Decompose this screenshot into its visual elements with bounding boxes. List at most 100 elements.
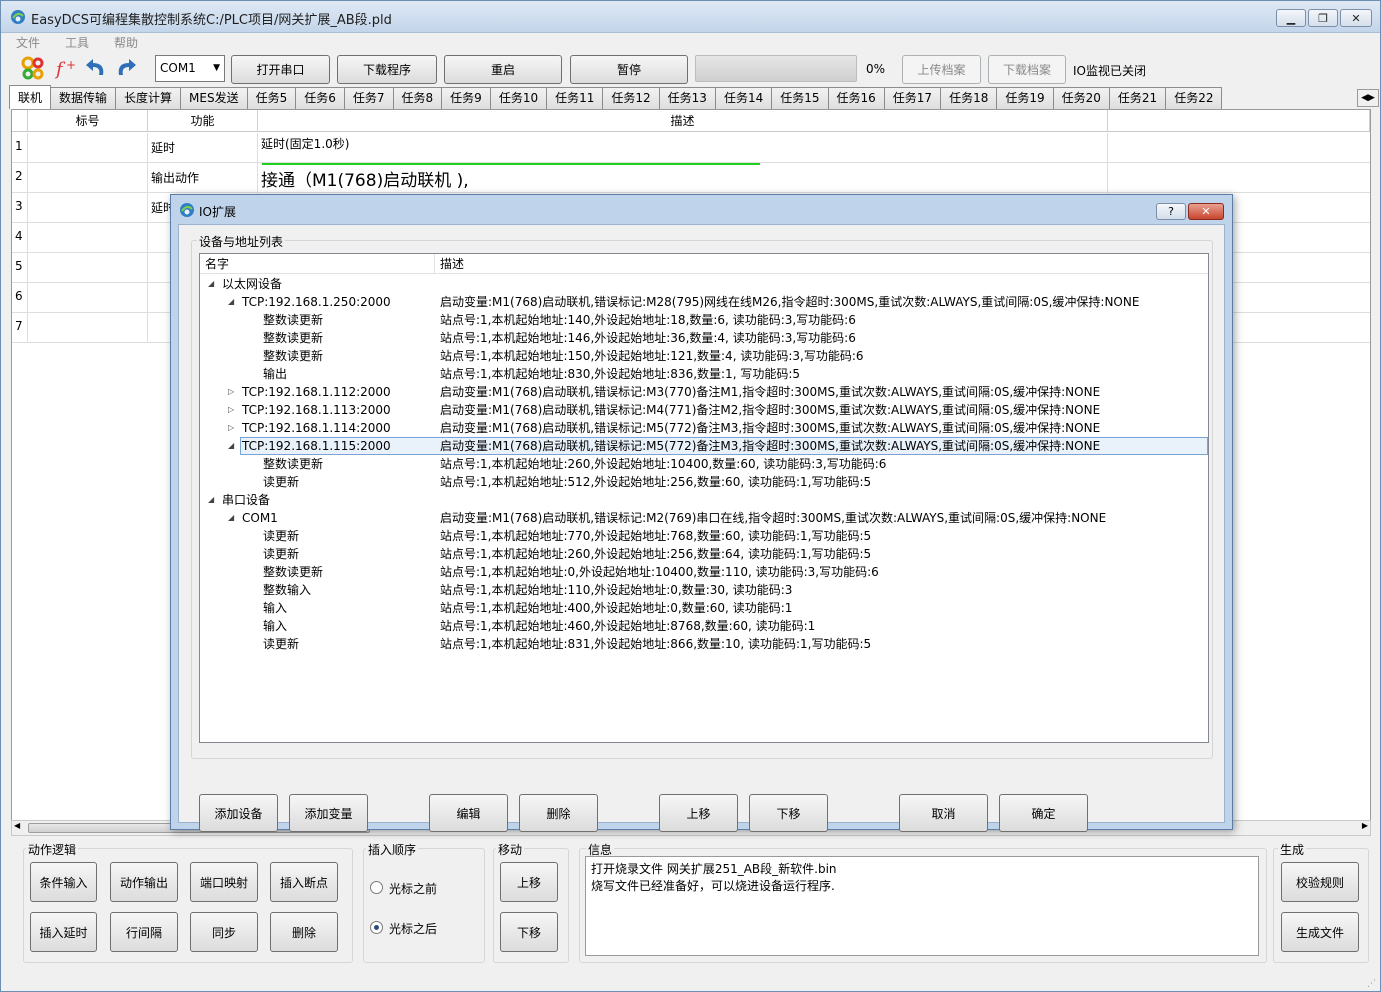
maximize-button[interactable]: ❐ [1308, 9, 1338, 27]
expand-arrow-icon[interactable]: ▷ [228, 383, 234, 401]
download-archive-button[interactable]: 下载档案 [988, 55, 1066, 84]
dialog-move-up-button[interactable]: 上移 [659, 794, 738, 832]
move-up-button[interactable]: 上移 [500, 862, 558, 902]
tree-item[interactable]: ▷ TCP:192.168.1.113:2000 启动变量:M1(768)启动联机,… [200, 401, 1208, 419]
tree-item[interactable]: ◢ TCP:192.168.1.250:2000 启动变量:M1(768)启动联机,… [200, 293, 1208, 311]
edit-button[interactable]: 编辑 [429, 794, 508, 832]
redo-icon[interactable] [113, 55, 139, 81]
collapse-arrow-icon[interactable]: ◢ [228, 437, 234, 455]
tree-item[interactable]: 读更新 站点号:1,本机起始地址:512,外设起始地址:256,数量:60, 读功… [200, 473, 1208, 491]
ok-button[interactable]: 确定 [999, 794, 1088, 832]
tab-3[interactable]: MES发送 [180, 87, 248, 109]
info-log[interactable]: 打开烧录文件 网关扩展251_AB段_新软件.bin 烧写文件已经准备好，可以烧… [585, 856, 1259, 956]
expand-arrow-icon[interactable]: ▷ [228, 419, 234, 437]
table-row[interactable]: 1 延时 延时(固定1.0秒) [12, 133, 1370, 163]
menu-file[interactable]: 文件 [1, 34, 50, 52]
generate-file-button[interactable]: 生成文件 [1281, 912, 1359, 952]
row-function-cell[interactable]: 延时 [148, 133, 258, 163]
action-output-button[interactable]: 动作输出 [110, 862, 178, 902]
dialog-move-down-button[interactable]: 下移 [749, 794, 828, 832]
tab-10[interactable]: 任务11 [546, 87, 604, 109]
line-spacing-button[interactable]: 行间隔 [110, 912, 178, 952]
row-label-cell[interactable] [28, 283, 148, 313]
collapse-arrow-icon[interactable]: ◢ [228, 509, 234, 527]
tab-2[interactable]: 长度计算 [115, 87, 182, 109]
tab-12[interactable]: 任务13 [658, 87, 716, 109]
add-variable-button[interactable]: 添加变量 [289, 794, 368, 832]
open-port-button[interactable]: 打开串口 [231, 55, 330, 84]
move-down-button[interactable]: 下移 [500, 912, 558, 952]
tree-item[interactable]: 整数读更新 站点号:1,本机起始地址:140,外设起始地址:18,数量:6, 读功… [200, 311, 1208, 329]
help-button[interactable]: ? [1156, 203, 1186, 220]
delete-button[interactable]: 删除 [270, 912, 338, 952]
tree-item[interactable]: 输入 站点号:1,本机起始地址:460,外设起始地址:8768,数量:60, 读功… [200, 617, 1208, 635]
tree-item[interactable]: 读更新 站点号:1,本机起始地址:770,外设起始地址:768,数量:60, 读功… [200, 527, 1208, 545]
port-mapping-button[interactable]: 端口映射 [190, 862, 258, 902]
tab-11[interactable]: 任务12 [602, 87, 660, 109]
cancel-button[interactable]: 取消 [899, 794, 988, 832]
sync-button[interactable]: 同步 [190, 912, 258, 952]
tree-item[interactable]: 整数读更新 站点号:1,本机起始地址:0,外设起始地址:10400,数量:110,… [200, 563, 1208, 581]
tree-item[interactable]: ◢ 以太网设备 [200, 275, 1208, 293]
device-tree[interactable]: 名字 描述 ◢ 以太网设备 ◢ TCP:192.168.1.250:2000 启动变量:… [199, 253, 1209, 743]
pause-button[interactable]: 暂停 [570, 55, 688, 84]
tab-15[interactable]: 任务16 [827, 87, 885, 109]
menu-help[interactable]: 帮助 [99, 34, 148, 52]
collapse-arrow-icon[interactable]: ◢ [228, 293, 234, 311]
collapse-arrow-icon[interactable]: ◢ [208, 491, 214, 509]
expand-arrow-icon[interactable]: ▷ [228, 401, 234, 419]
tab-16[interactable]: 任务17 [883, 87, 942, 109]
port-select[interactable]: COM1 ▼ [155, 55, 225, 82]
upload-archive-button[interactable]: 上传档案 [902, 55, 981, 84]
tab-4[interactable]: 任务5 [246, 87, 297, 109]
menu-tools[interactable]: 工具 [50, 34, 99, 52]
tree-item[interactable]: ▷ TCP:192.168.1.112:2000 启动变量:M1(768)启动联机,… [200, 383, 1208, 401]
tab-9[interactable]: 任务10 [489, 87, 548, 109]
radio-after-cursor[interactable] [370, 921, 383, 934]
table-row[interactable]: 2 输出动作 接通（M1(768)启动联机 ), [12, 163, 1370, 193]
tree-item[interactable]: ◢ TCP:192.168.1.115:2000 启动变量:M1(768)启动联机,… [200, 437, 1208, 455]
close-button[interactable]: ✕ [1340, 9, 1372, 27]
tree-item[interactable]: 整数读更新 站点号:1,本机起始地址:150,外设起始地址:121,数量:4, 读… [200, 347, 1208, 365]
download-program-button[interactable]: 下载程序 [337, 55, 437, 84]
tree-item[interactable]: 整数读更新 站点号:1,本机起始地址:146,外设起始地址:36,数量:4, 读功… [200, 329, 1208, 347]
row-description-cell[interactable]: 接通（M1(768)启动联机 ), [258, 163, 1108, 193]
row-function-cell[interactable]: 输出动作 [148, 163, 258, 193]
resize-grip-icon[interactable]: ⋰ [1367, 979, 1376, 989]
minimize-button[interactable]: ▁ [1276, 9, 1306, 27]
tree-item[interactable]: ◢ 串口设备 [200, 491, 1208, 509]
tree-item[interactable]: ◢ COM1 启动变量:M1(768)启动联机,错误标记:M2(769)串口在线,指… [200, 509, 1208, 527]
scroll-left-icon[interactable]: ◀ [14, 821, 20, 830]
tab-scroll-button[interactable]: ◀▶ [1357, 89, 1379, 107]
add-function-icon[interactable]: f + [53, 55, 79, 81]
condition-input-button[interactable]: 条件输入 [30, 862, 97, 902]
row-label-cell[interactable] [28, 133, 148, 163]
tab-19[interactable]: 任务20 [1052, 87, 1110, 109]
tab-14[interactable]: 任务15 [771, 87, 829, 109]
tab-18[interactable]: 任务19 [996, 87, 1054, 109]
tab-20[interactable]: 任务21 [1108, 87, 1167, 109]
tab-5[interactable]: 任务6 [295, 87, 345, 109]
tree-item[interactable]: 读更新 站点号:1,本机起始地址:831,外设起始地址:866,数量:10, 读功… [200, 635, 1208, 653]
row-label-cell[interactable] [28, 193, 148, 223]
radio-before-cursor[interactable] [370, 881, 383, 894]
tab-6[interactable]: 任务7 [343, 87, 394, 109]
tab-1[interactable]: 数据传输 [50, 87, 117, 109]
network-settings-icon[interactable] [20, 55, 46, 81]
check-rules-button[interactable]: 校验规则 [1281, 862, 1359, 902]
tree-item[interactable]: 读更新 站点号:1,本机起始地址:260,外设起始地址:256,数量:64, 读功… [200, 545, 1208, 563]
row-description-cell[interactable]: 延时(固定1.0秒) [258, 133, 1108, 163]
tree-item[interactable]: 整数读更新 站点号:1,本机起始地址:260,外设起始地址:10400,数量:60… [200, 455, 1208, 473]
dialog-close-button[interactable]: ✕ [1188, 203, 1224, 220]
insert-delay-button[interactable]: 插入延时 [30, 912, 97, 952]
tab-7[interactable]: 任务8 [392, 87, 443, 109]
tree-item[interactable]: 输入 站点号:1,本机起始地址:400,外设起始地址:0,数量:60, 读功能码:… [200, 599, 1208, 617]
tree-item[interactable]: ▷ TCP:192.168.1.114:2000 启动变量:M1(768)启动联机,… [200, 419, 1208, 437]
row-label-cell[interactable] [28, 253, 148, 283]
tree-item[interactable]: 输出 站点号:1,本机起始地址:830,外设起始地址:836,数量:1, 写功能码… [200, 365, 1208, 383]
restart-button[interactable]: 重启 [444, 55, 562, 84]
tab-13[interactable]: 任务14 [714, 87, 773, 109]
undo-icon[interactable] [83, 55, 109, 81]
tab-8[interactable]: 任务9 [441, 87, 491, 109]
insert-breakpoint-button[interactable]: 插入断点 [270, 862, 338, 902]
